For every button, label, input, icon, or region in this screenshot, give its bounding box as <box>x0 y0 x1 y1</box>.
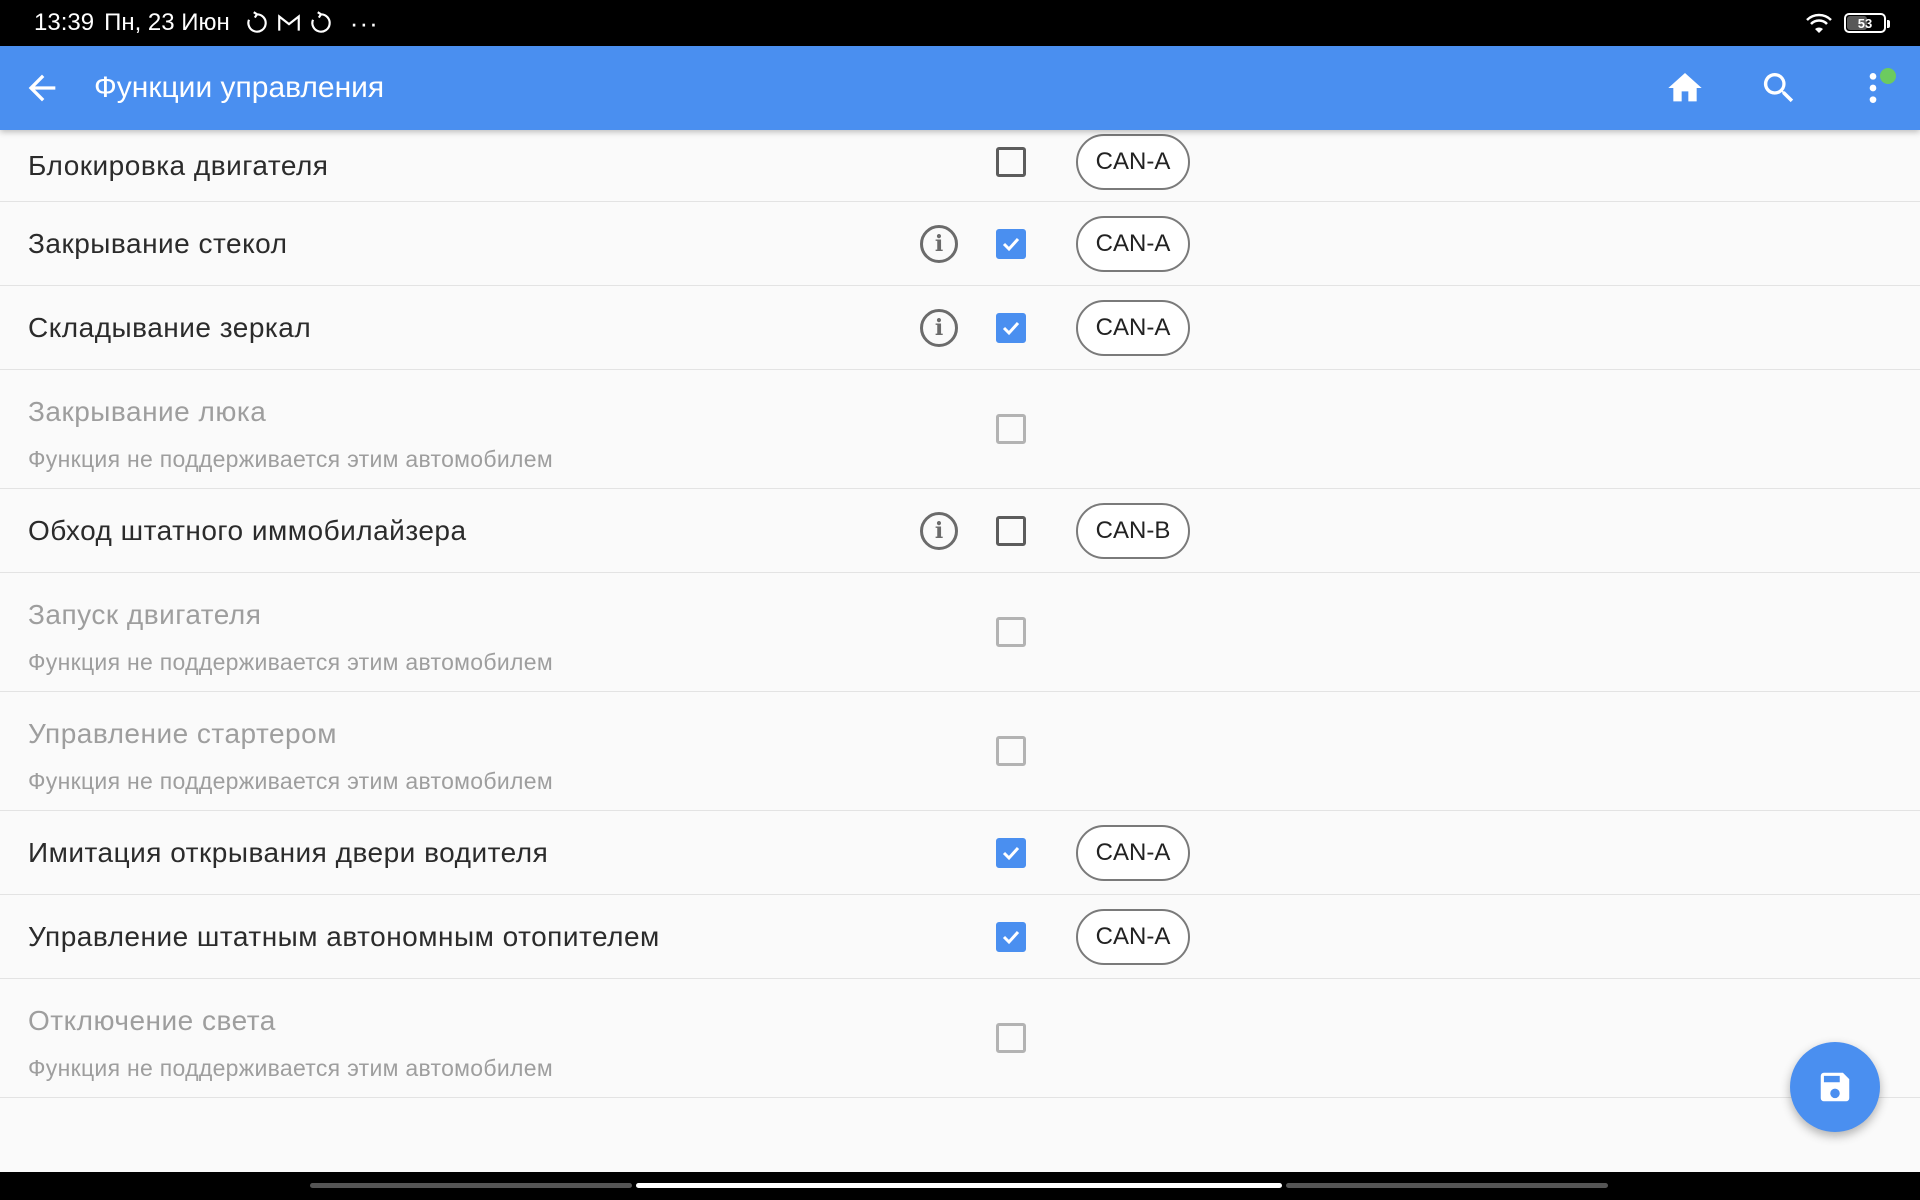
item-label: Управление штатным автономным отопителем <box>28 920 660 952</box>
nav-handle-right <box>1286 1183 1608 1188</box>
navigation-bar <box>0 1172 1920 1200</box>
item-unsupported-note: Функция не поддерживается этим автомобил… <box>28 649 553 675</box>
list-item[interactable]: Имитация открывания двери водителя CAN-A <box>0 811 1920 895</box>
save-button[interactable] <box>1790 1042 1880 1132</box>
item-checkbox[interactable] <box>996 312 1026 343</box>
item-label: Обход штатного иммобилайзера <box>28 514 467 546</box>
item-unsupported-note: Функция не поддерживается этим автомобил… <box>28 1055 553 1081</box>
item-label: Отключение света <box>28 1005 276 1036</box>
battery-level: 53 <box>1857 15 1873 31</box>
list-item[interactable]: Управление штатным автономным отопителем… <box>0 895 1920 979</box>
sync-icon <box>311 11 331 33</box>
nav-handle-home[interactable] <box>636 1183 1282 1188</box>
check-icon <box>1002 237 1020 251</box>
list-item[interactable]: Блокировка двигателя CAN-A <box>0 130 1920 202</box>
bus-chip[interactable]: CAN-A <box>1076 824 1190 881</box>
list-item[interactable]: Закрывание стекол i CAN-A <box>0 202 1920 286</box>
bus-chip[interactable]: CAN-A <box>1076 133 1190 190</box>
item-checkbox[interactable] <box>996 146 1026 177</box>
home-button[interactable] <box>1638 46 1732 130</box>
list-item[interactable]: Складывание зеркал i CAN-A <box>0 286 1920 370</box>
item-label: Имитация открывания двери водителя <box>28 836 549 868</box>
list-item: Отключение света Функция не поддерживает… <box>0 979 1920 1098</box>
item-checkbox[interactable] <box>996 228 1026 259</box>
function-list: Блокировка двигателя CAN-A Закрывание ст… <box>0 130 1920 1098</box>
battery-icon: 53 <box>1844 13 1890 33</box>
wifi-icon <box>1806 13 1832 33</box>
info-icon[interactable]: i <box>920 308 958 347</box>
overflow-indicator: ··· <box>349 7 379 38</box>
info-icon[interactable]: i <box>920 511 958 550</box>
home-icon <box>1668 73 1702 102</box>
list-item: Закрывание люка Функция не поддерживаетс… <box>0 370 1920 489</box>
item-label: Закрывание люка <box>28 396 267 427</box>
list-item: Запуск двигателя Функция не поддерживает… <box>0 573 1920 692</box>
info-icon[interactable]: i <box>920 224 958 263</box>
page-title: Функции управления <box>94 71 385 104</box>
nav-handle-left <box>310 1183 632 1188</box>
more-options-button[interactable] <box>1826 46 1920 130</box>
bus-chip[interactable]: CAN-A <box>1076 908 1190 965</box>
back-arrow-icon <box>28 74 56 102</box>
item-checkbox[interactable] <box>996 515 1026 546</box>
item-checkbox <box>996 736 1026 766</box>
item-label: Блокировка двигателя <box>28 149 329 181</box>
save-icon <box>1820 1072 1850 1102</box>
check-icon <box>1002 321 1020 335</box>
list-item[interactable]: Обход штатного иммобилайзера i CAN-B <box>0 489 1920 573</box>
item-label: Закрывание стекол <box>28 227 288 259</box>
notification-dot <box>1880 68 1896 84</box>
gmail-icon <box>277 14 300 31</box>
check-icon <box>1002 846 1020 860</box>
bus-chip[interactable]: CAN-A <box>1076 299 1190 356</box>
bus-chip[interactable]: CAN-B <box>1076 502 1190 559</box>
item-checkbox[interactable] <box>996 921 1026 952</box>
status-time: 13:39 <box>34 9 95 36</box>
app-bar: Функции управления <box>0 46 1920 130</box>
item-label: Складывание зеркал <box>28 311 312 343</box>
check-icon <box>1002 930 1020 944</box>
status-bar: 13:39 Пн, 23 Июн ··· 53 <box>0 0 1920 46</box>
item-unsupported-note: Функция не поддерживается этим автомобил… <box>28 446 553 472</box>
list-item: Управление стартером Функция не поддержи… <box>0 692 1920 811</box>
item-unsupported-note: Функция не поддерживается этим автомобил… <box>28 768 553 794</box>
sync-icon <box>247 11 267 33</box>
item-label: Запуск двигателя <box>28 599 262 630</box>
item-checkbox[interactable] <box>996 837 1026 868</box>
status-date: Пн, 23 Июн <box>104 9 230 36</box>
back-button[interactable] <box>0 46 84 130</box>
bus-chip[interactable]: CAN-A <box>1076 215 1190 272</box>
search-icon <box>1763 73 1794 103</box>
item-checkbox <box>996 617 1026 647</box>
search-button[interactable] <box>1732 46 1826 130</box>
item-checkbox <box>996 1023 1026 1053</box>
item-label: Управление стартером <box>28 718 337 749</box>
item-checkbox <box>996 414 1026 444</box>
